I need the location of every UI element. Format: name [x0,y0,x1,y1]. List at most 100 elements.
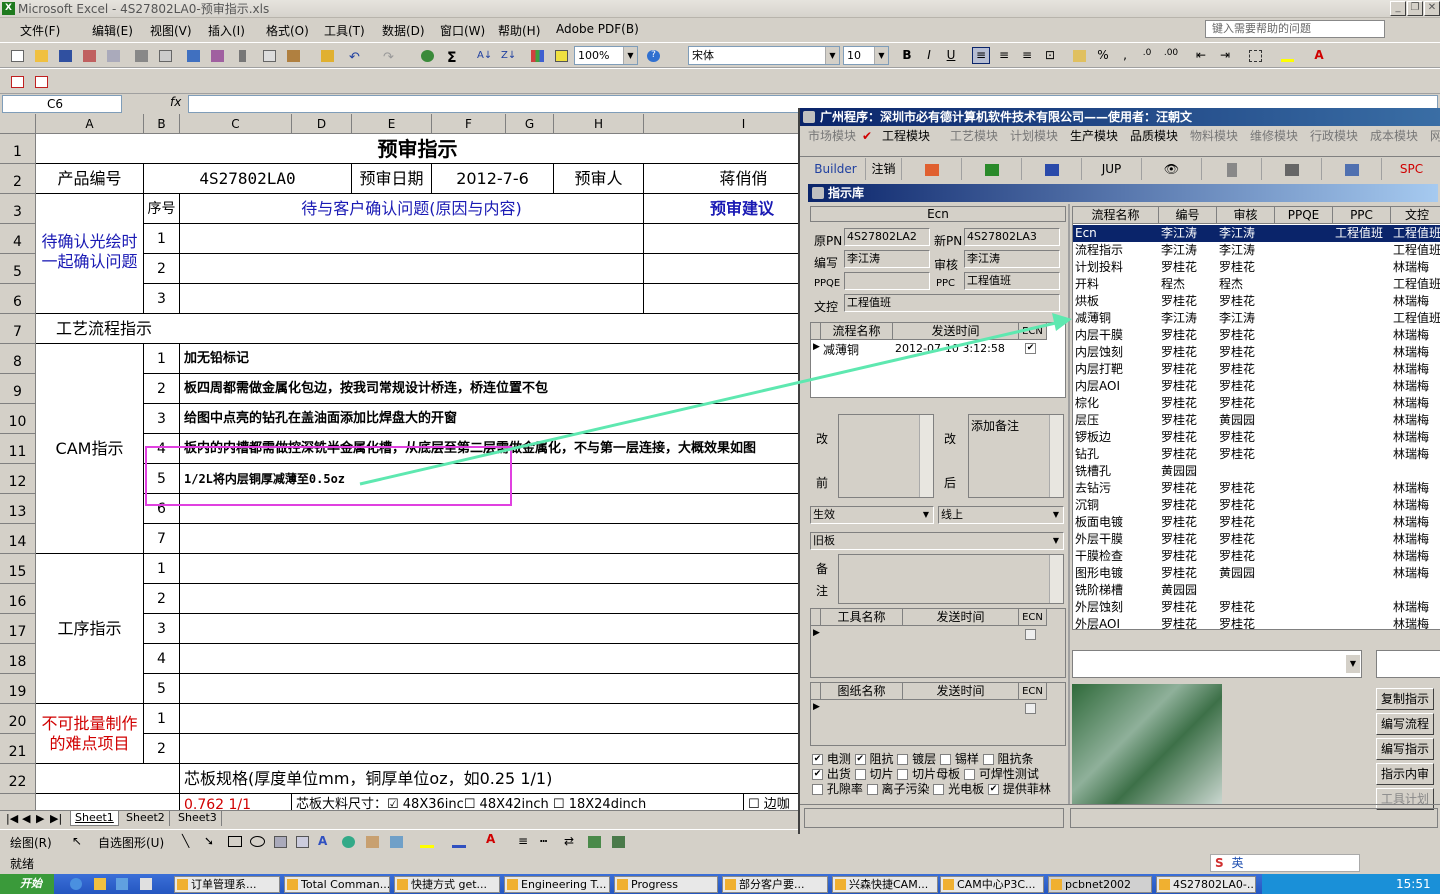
online-select[interactable]: 线上 ▼ [938,506,1064,524]
start-button[interactable]: 开始 [0,874,54,894]
editor-field[interactable]: 李江涛 [844,250,930,268]
row-header[interactable]: 13 [0,494,36,524]
module-plan[interactable]: 计划模块 [1010,126,1058,146]
proc-cell[interactable] [180,614,800,644]
row-header[interactable]: 5 [0,254,36,284]
flow-row[interactable]: 锣板边 罗桂花 罗桂花 林瑞梅 [1073,429,1440,446]
checkbox-du-ceng[interactable] [897,754,909,765]
word-export-icon[interactable] [1022,158,1082,180]
row23-text[interactable]: 芯板大料尺寸：☑ 48X36inc☐ 48X42inch ☐ 18X24dinc… [292,794,744,810]
drawing-grid[interactable]: 图纸名称 发送时间 ECN ▶ [810,682,1066,746]
proc-label[interactable]: 工序指示 [36,554,144,704]
advice-cell[interactable] [644,224,800,254]
flow-row[interactable]: 减薄铜 李江涛 李江涛 工程值班 [1073,310,1440,327]
flow-row[interactable]: 外层蚀刻 罗桂花 罗桂花 林瑞梅 [1073,599,1440,616]
print-preview-icon[interactable] [156,47,174,64]
column-header-g[interactable]: G [506,114,554,134]
row-header[interactable]: 9 [0,374,36,404]
proc-cell[interactable] [180,644,800,674]
select-all-corner[interactable] [0,114,36,134]
font-color-icon[interactable]: A [1310,47,1328,64]
name-box[interactable]: C6 [2,95,122,113]
confirm-seq[interactable]: 1 [144,224,180,254]
draw-menu[interactable]: 绘图(R) [10,834,52,851]
flow-row[interactable]: 外层干膜 罗桂花 罗桂花 林瑞梅 [1073,531,1440,548]
row-header[interactable]: 15 [0,554,36,584]
scrollbar[interactable] [1049,555,1063,603]
effect-select[interactable]: 生效 ▼ [810,506,934,524]
column-header-a[interactable]: A [36,114,144,134]
scrollbar[interactable] [1049,415,1063,497]
flow-row[interactable]: 内层蚀刻 罗桂花 罗桂花 林瑞梅 [1073,344,1440,361]
flow-header[interactable]: PPQE [1275,207,1333,224]
row-header[interactable]: 12 [0,464,36,494]
quicklaunch-icon[interactable] [116,878,128,890]
audit-field[interactable]: 李江涛 [964,250,1060,268]
increase-indent-icon[interactable]: ⇥ [1216,47,1234,64]
menu-edit[interactable]: 编辑(E) [92,22,133,39]
tools-icon[interactable] [1262,158,1322,180]
hard-cell[interactable] [180,734,800,764]
row-header[interactable]: 21 [0,734,36,764]
tab-sheet1[interactable]: Sheet1 [70,811,119,826]
menu-format[interactable]: 格式(O) [266,22,309,39]
ime-toolbar[interactable]: S 英 [1210,854,1360,872]
row-header[interactable]: 6 [0,284,36,314]
minimize-button[interactable]: _ [1390,1,1406,16]
spc-button[interactable]: SPC [1382,158,1440,180]
shadow-icon[interactable] [588,836,601,848]
clipart-icon[interactable] [366,836,379,848]
bold-icon[interactable]: B [898,47,916,64]
instruction-review-button[interactable]: 指示内审 [1376,763,1434,785]
grid-header[interactable]: 发送时间 [893,323,1019,340]
row-header[interactable]: 19 [0,674,36,704]
close-button[interactable]: ✕ [1424,1,1440,16]
menu-data[interactable]: 数据(D) [382,22,425,39]
column-header-f[interactable]: F [432,114,506,134]
column-header-d[interactable]: D [292,114,352,134]
flow-row[interactable]: 钻孔 罗桂花 罗桂花 林瑞梅 [1073,446,1440,463]
module-production[interactable]: 生产模块 [1070,126,1118,146]
issue-header[interactable]: 待与客户确认问题(原因与内容) [180,194,644,224]
task-button[interactable]: Total Comman... [284,876,390,893]
core-label[interactable]: 芯板规格(厚度单位mm，铜厚单位oz，如0.25 1/1) [180,764,800,794]
ecn-row-checkbox[interactable]: ✔ [1025,343,1036,354]
borders-icon[interactable] [1246,47,1264,64]
logout-button[interactable]: 注销 [866,158,902,180]
diagram-icon[interactable] [342,836,355,848]
font-size-select[interactable]: 10 ▼ [843,46,889,65]
checkbox-zu-kang[interactable]: ✔ [854,754,866,765]
chart-wizard-icon[interactable] [528,47,546,64]
ppc-field[interactable]: 工程值班 [964,272,1060,290]
rectangle-icon[interactable] [228,836,242,847]
grid-header[interactable]: 图纸名称 [821,683,903,700]
seq-label[interactable]: 序号 [144,194,180,224]
pdf-email-icon[interactable] [32,73,50,90]
module-process[interactable]: 工艺模块 [950,126,998,146]
row-header[interactable]: 17 [0,614,36,644]
decrease-indent-icon[interactable]: ⇤ [1192,47,1210,64]
cam-item[interactable] [180,524,800,554]
row-header[interactable]: 4 [0,224,36,254]
advice-header[interactable]: 预审建议 [644,194,800,224]
module-quality[interactable]: 品质模块 [1130,126,1178,146]
spelling-icon[interactable] [184,47,202,64]
flow-row[interactable]: 沉铜 罗桂花 罗桂花 林瑞梅 [1073,497,1440,514]
flow-row[interactable]: 去钻污 罗桂花 罗桂花 林瑞梅 [1073,480,1440,497]
ie-icon[interactable] [70,878,82,890]
advice-cell[interactable] [644,284,800,314]
underline-icon[interactable]: U [942,47,960,64]
reviewer-value[interactable]: 蒋俏俏 [644,164,800,194]
module-material[interactable]: 物料模块 [1190,126,1238,146]
confirm-cell[interactable] [180,224,644,254]
sort-ascending-icon[interactable]: A↓ [474,47,492,64]
row23-tail[interactable]: ☐ 边咖 [744,794,800,810]
redo-icon[interactable]: ↷ [380,47,398,65]
row-header[interactable]: 16 [0,584,36,614]
3d-icon[interactable] [612,836,625,848]
sheet-title[interactable]: 预审指示 [36,134,800,164]
task-button[interactable]: 部分客户要... [722,876,828,893]
module-market[interactable]: 市场模块 [808,126,856,146]
task-button[interactable]: Engineering T... [504,876,610,893]
undo-icon[interactable]: ↶ [346,47,364,65]
